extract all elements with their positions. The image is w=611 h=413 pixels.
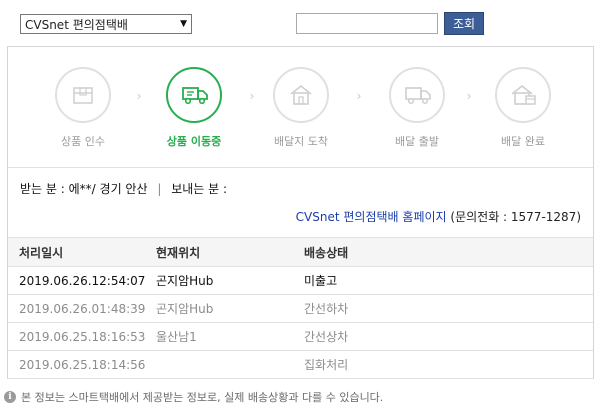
step-delivered: 배달 완료 bbox=[491, 67, 555, 167]
truck-icon bbox=[166, 67, 222, 123]
row-time: 2019.06.26.12:54:07 bbox=[19, 273, 146, 288]
row-location: 곤지암Hub bbox=[156, 302, 214, 316]
receiver-label: 받는 분 : bbox=[20, 182, 65, 196]
box-icon bbox=[55, 67, 111, 123]
disclaimer-text: 본 정보는 스마트택배에서 제공받는 정보로, 실제 배송상황과 다를 수 있습… bbox=[21, 391, 384, 404]
step-label: 배달지 도착 bbox=[273, 135, 329, 148]
row-location: 울산남1 bbox=[156, 330, 197, 344]
carrier-homepage-link[interactable]: CVSnet 편의점택배 홈페이지 bbox=[296, 210, 447, 224]
carrier-phone: (문의전화 : 1577-1287) bbox=[450, 210, 581, 224]
info-icon: i bbox=[4, 391, 16, 403]
header-time: 처리일시 bbox=[19, 245, 64, 260]
tracking-number-input[interactable] bbox=[296, 13, 438, 34]
step-out-for-delivery: 배달 출발 bbox=[385, 67, 449, 167]
chevron-right-icon: › bbox=[466, 89, 472, 103]
progress-steps: 상품 인수 › 상품 이동중 › 배달지 도착 › 배달 출발 › 배달 완료 bbox=[8, 47, 593, 169]
table-row: 2019.06.25.18:16:53 울산남1 간선상차 bbox=[8, 323, 593, 351]
row-status: 집화처리 bbox=[304, 358, 349, 372]
chevron-right-icon: › bbox=[356, 89, 362, 103]
chevron-right-icon: › bbox=[136, 89, 142, 103]
row-location: 곤지암Hub bbox=[156, 274, 214, 288]
row-time: 2019.06.25.18:14:56 bbox=[19, 357, 146, 372]
row-time: 2019.06.26.01:48:39 bbox=[19, 301, 146, 316]
header-location: 현재위치 bbox=[156, 245, 201, 260]
delivery-truck-icon bbox=[389, 67, 445, 123]
chevron-right-icon: › bbox=[249, 89, 255, 103]
separator: | bbox=[157, 182, 162, 196]
tracking-history-table: 처리일시 현재위치 배송상태 2019.06.26.12:54:07 곤지암Hu… bbox=[8, 237, 593, 379]
search-button[interactable]: 조회 bbox=[444, 12, 484, 35]
row-status: 미출고 bbox=[304, 274, 338, 288]
step-pickup: 상품 인수 bbox=[51, 67, 115, 167]
table-row: 2019.06.26.12:54:07 곤지암Hub 미출고 bbox=[8, 267, 593, 295]
search-bar: CVSnet 편의점택배 ▼ 조회 bbox=[0, 0, 611, 46]
disclaimer: i 본 정보는 스마트택배에서 제공받는 정보로, 실제 배송상황과 다를 수 … bbox=[4, 389, 383, 405]
table-header: 처리일시 현재위치 배송상태 bbox=[8, 237, 593, 267]
step-in-transit: 상품 이동중 bbox=[162, 67, 226, 167]
row-status: 간선하차 bbox=[304, 302, 349, 316]
divider bbox=[8, 167, 593, 168]
house-icon bbox=[273, 67, 329, 123]
dropdown-arrow-icon: ▼ bbox=[180, 19, 187, 29]
carrier-contact: CVSnet 편의점택배 홈페이지 (문의전화 : 1577-1287) bbox=[296, 208, 581, 225]
receiver-value: 에**/ 경기 안산 bbox=[68, 182, 148, 196]
row-time: 2019.06.25.18:16:53 bbox=[19, 329, 146, 344]
step-arrived: 배달지 도착 bbox=[269, 67, 333, 167]
carrier-select-value: CVSnet 편의점택배 bbox=[25, 17, 128, 32]
delivered-house-icon bbox=[495, 67, 551, 123]
row-status: 간선상차 bbox=[304, 330, 349, 344]
sender-label: 보내는 분 : bbox=[171, 182, 228, 196]
table-row: 2019.06.26.01:48:39 곤지암Hub 간선하차 bbox=[8, 295, 593, 323]
recipient-info: 받는 분 : 에**/ 경기 안산 | 보내는 분 : bbox=[20, 180, 227, 197]
carrier-select[interactable]: CVSnet 편의점택배 ▼ bbox=[20, 14, 192, 34]
step-label: 상품 이동중 bbox=[166, 135, 222, 148]
header-status: 배송상태 bbox=[304, 245, 349, 260]
tracking-result-panel: 상품 인수 › 상품 이동중 › 배달지 도착 › 배달 출발 › 배달 완료 … bbox=[7, 46, 594, 379]
step-label: 상품 인수 bbox=[61, 135, 105, 148]
step-label: 배달 완료 bbox=[501, 135, 545, 148]
step-label: 배달 출발 bbox=[395, 135, 439, 148]
table-row: 2019.06.25.18:14:56 집화처리 bbox=[8, 351, 593, 379]
